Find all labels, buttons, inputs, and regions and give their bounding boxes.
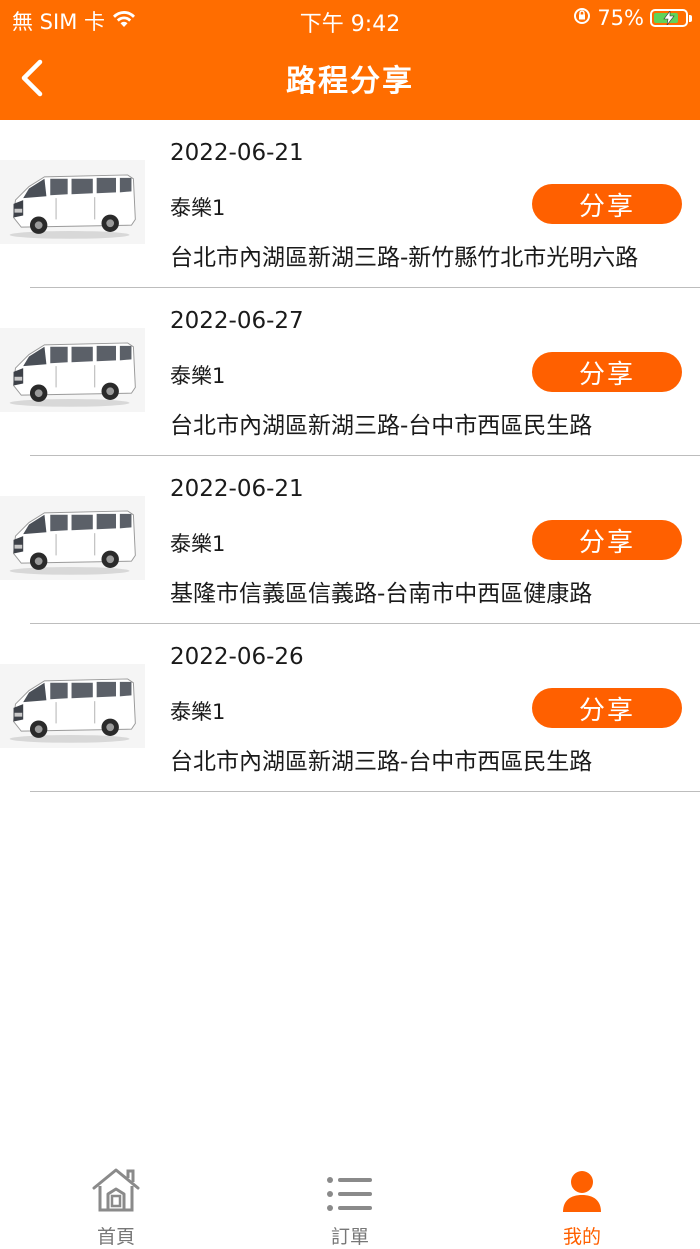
tab-orders[interactable]: 訂單 (290, 1164, 410, 1249)
user-icon (522, 1164, 642, 1214)
tab-home-label: 首頁 (96, 1226, 135, 1248)
list-icon (290, 1164, 410, 1214)
share-button[interactable]: 分享 (532, 352, 682, 392)
trip-company: 泰樂1 (170, 364, 226, 388)
list-item[interactable]: 2022-06-27 泰樂1 分享 台北市內湖區新湖三路-台中市西區民生路 (0, 288, 700, 456)
trip-date: 2022-06-21 (170, 476, 304, 502)
share-button[interactable]: 分享 (532, 520, 682, 560)
tab-bar: 首頁 訂單 我的 (0, 1150, 700, 1248)
trip-company: 泰樂1 (170, 532, 226, 556)
van-image (0, 160, 145, 244)
header: 無 SIM 卡 下午 9:42 75% 路程分享 (0, 0, 700, 120)
list-item[interactable]: 2022-06-26 泰樂1 分享 台北市內湖區新湖三路-台中市西區民生路 (0, 624, 700, 792)
trip-date: 2022-06-26 (170, 644, 304, 670)
battery-percent: 75% (597, 6, 644, 30)
trip-list: 2022-06-21 泰樂1 分享 台北市內湖區新湖三路-新竹縣竹北市光明六路 … (0, 120, 700, 792)
trip-route: 台北市內湖區新湖三路-台中市西區民生路 (170, 749, 593, 775)
share-button[interactable]: 分享 (532, 688, 682, 728)
page-title: 路程分享 (286, 64, 414, 99)
list-item[interactable]: 2022-06-21 泰樂1 分享 基隆市信義區信義路-台南市中西區健康路 (0, 456, 700, 624)
van-image (0, 328, 145, 412)
trip-route: 台北市內湖區新湖三路-新竹縣竹北市光明六路 (170, 245, 639, 271)
share-button[interactable]: 分享 (532, 184, 682, 224)
van-image (0, 664, 145, 748)
tab-home[interactable]: 首頁 (56, 1164, 176, 1249)
trip-date: 2022-06-27 (170, 308, 304, 334)
trip-route: 台北市內湖區新湖三路-台中市西區民生路 (170, 413, 593, 439)
battery-icon (650, 9, 692, 27)
status-bar: 無 SIM 卡 下午 9:42 75% (0, 0, 700, 40)
trip-company: 泰樂1 (170, 700, 226, 724)
tab-mine[interactable]: 我的 (522, 1164, 642, 1249)
trip-route: 基隆市信義區信義路-台南市中西區健康路 (170, 581, 593, 607)
nav-bar: 路程分享 (0, 40, 700, 120)
trip-date: 2022-06-21 (170, 140, 304, 166)
van-image (0, 496, 145, 580)
orientation-lock-icon (573, 6, 591, 30)
trip-company: 泰樂1 (170, 196, 226, 220)
list-item[interactable]: 2022-06-21 泰樂1 分享 台北市內湖區新湖三路-新竹縣竹北市光明六路 (0, 120, 700, 288)
tab-mine-label: 我的 (562, 1226, 601, 1248)
tab-orders-label: 訂單 (330, 1226, 369, 1248)
home-icon (56, 1164, 176, 1214)
